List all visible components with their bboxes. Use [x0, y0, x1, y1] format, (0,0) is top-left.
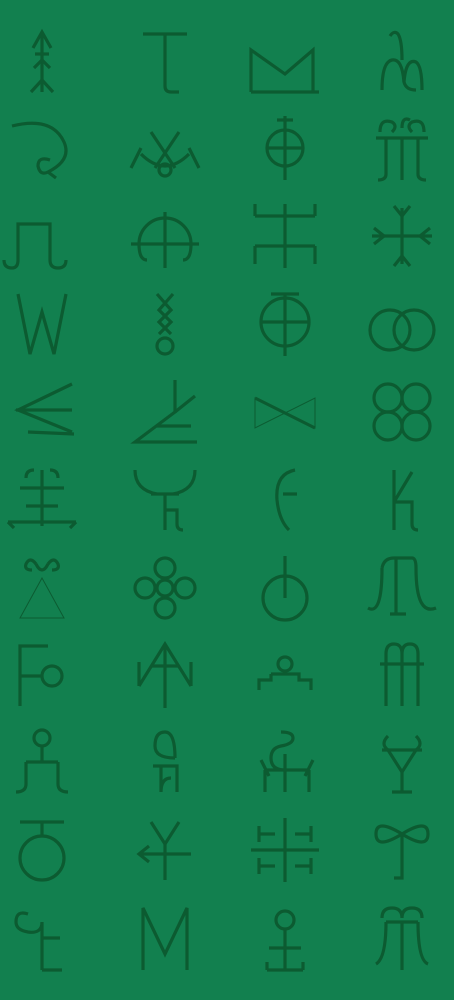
open-arrow-icon [137, 640, 193, 708]
three-prong-icon [14, 382, 75, 436]
circle-stand-icon [265, 909, 305, 972]
bowl-m-icon [249, 46, 319, 94]
symbol-pattern-panel [0, 0, 454, 1000]
step-hook-icon [392, 470, 419, 532]
diamond-knot-icon [155, 292, 175, 356]
crowned-bar-icon [6, 468, 78, 530]
figure-loop-icon [15, 728, 69, 794]
balloon-circle-icon [261, 556, 309, 622]
big-m-icon [141, 907, 189, 970]
glyph-grid [2, 28, 437, 972]
double-spiral-icon [374, 906, 429, 970]
double-ring-icon [368, 308, 436, 352]
loop-trident-icon [259, 730, 315, 792]
t-hook-icon [143, 32, 187, 94]
barred-circle-icon [259, 292, 311, 356]
spiral-triangle-icon [19, 558, 65, 619]
dome-step-icon [257, 655, 313, 690]
triple-curl-icon [376, 117, 428, 182]
s-hook-icon [14, 911, 62, 972]
y-loop-icon [382, 734, 422, 794]
curl-hook-icon [11, 121, 68, 180]
flag-ring-icon [18, 644, 64, 706]
square-wave-icon [2, 222, 68, 270]
fork-arrow-icon [136, 821, 191, 880]
branch-star-icon [251, 818, 319, 882]
bar-circle-icon [18, 820, 66, 882]
circle-cross-icon [265, 116, 305, 180]
quatrefoil-icon [133, 556, 197, 620]
crescent-fork-icon [129, 131, 201, 178]
bent-hook-icon [275, 468, 297, 532]
arch-cross-icon [131, 212, 199, 268]
curled-pillars-icon [380, 642, 424, 706]
loop-9-icon [153, 730, 179, 793]
angle-branch-icon [130, 380, 197, 444]
double-bar-cross-icon [253, 204, 317, 268]
w-mark-icon [16, 293, 68, 355]
four-point-cross-icon [372, 205, 432, 267]
hook-loop-icon [380, 30, 424, 92]
curled-fork-icon [133, 469, 197, 532]
arrow-pole-icon [29, 28, 55, 94]
curled-arch-icon [367, 556, 437, 616]
four-leaf-icon [372, 382, 432, 442]
ribbon-hook-icon [374, 824, 430, 880]
bowtie-icon [254, 396, 316, 430]
